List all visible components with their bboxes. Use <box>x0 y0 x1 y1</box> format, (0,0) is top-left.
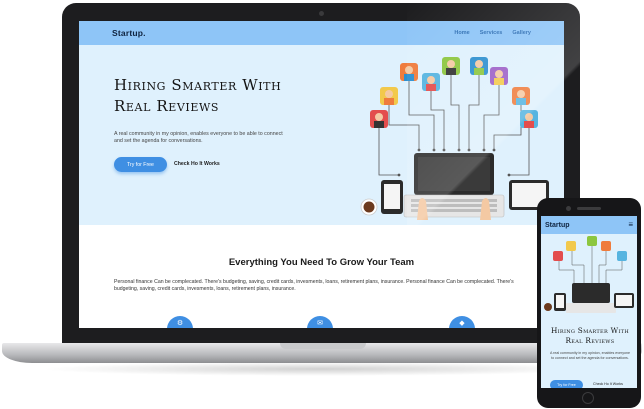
phone-hero-description: A real community in my opinion, enables … <box>549 351 631 360</box>
laptop-screen: Startup. Home Services Gallery Hiring Sm… <box>79 21 564 328</box>
phone-camera <box>566 206 571 211</box>
hero-description: A real community in my opinion, enables … <box>114 131 283 145</box>
phone-speaker <box>577 207 601 210</box>
phone-navbar: Startup ≡ <box>541 216 637 234</box>
avatar-cards <box>370 57 538 128</box>
site-logo[interactable]: Startup. <box>112 28 146 38</box>
laptop-shadow <box>40 362 600 376</box>
phone-hero-illustration <box>544 236 634 313</box>
hero-section: Hiring Smarter With Real Reviews A real … <box>79 45 564 225</box>
hero-illustration <box>360 57 549 220</box>
phone-hero-section: Hiring Smarter With Real Reviews A real … <box>541 234 637 388</box>
phone-try-for-free-button[interactable]: Try for Free <box>550 380 583 388</box>
nav-links: Home Services Gallery <box>454 30 531 36</box>
nav-link-home[interactable]: Home <box>454 30 469 36</box>
try-for-free-button[interactable]: Try for Free <box>114 157 167 172</box>
phone-check-how-it-works-link[interactable]: Check Ho It Works <box>593 382 623 386</box>
check-how-it-works-link[interactable]: Check Ho It Works <box>174 161 220 167</box>
features-description: Personal finance Can be complecated. The… <box>114 279 514 293</box>
chat-icon: ✉ <box>307 316 333 328</box>
nav-link-services[interactable]: Services <box>480 30 503 36</box>
nav-link-gallery[interactable]: Gallery <box>512 30 531 36</box>
gear-icon: ⚙ <box>167 316 193 328</box>
phone-hero-title: Hiring Smarter With Real Reviews <box>550 326 630 345</box>
hero-title: Hiring Smarter With Real Reviews <box>114 76 282 115</box>
shield-icon: ◆ <box>449 316 475 328</box>
phone-home-button <box>582 392 594 404</box>
laptop-opening-notch <box>280 343 366 349</box>
site-navbar: Startup. Home Services Gallery <box>79 21 564 45</box>
laptop-camera <box>319 11 324 16</box>
hamburger-menu-icon[interactable]: ≡ <box>628 221 633 229</box>
features-title: Everything You Need To Grow Your Team <box>228 257 415 268</box>
phone-site-logo[interactable]: Startup <box>545 222 570 229</box>
phone-screen: Startup ≡ Hiring Smarter With Real Revie… <box>541 216 637 388</box>
